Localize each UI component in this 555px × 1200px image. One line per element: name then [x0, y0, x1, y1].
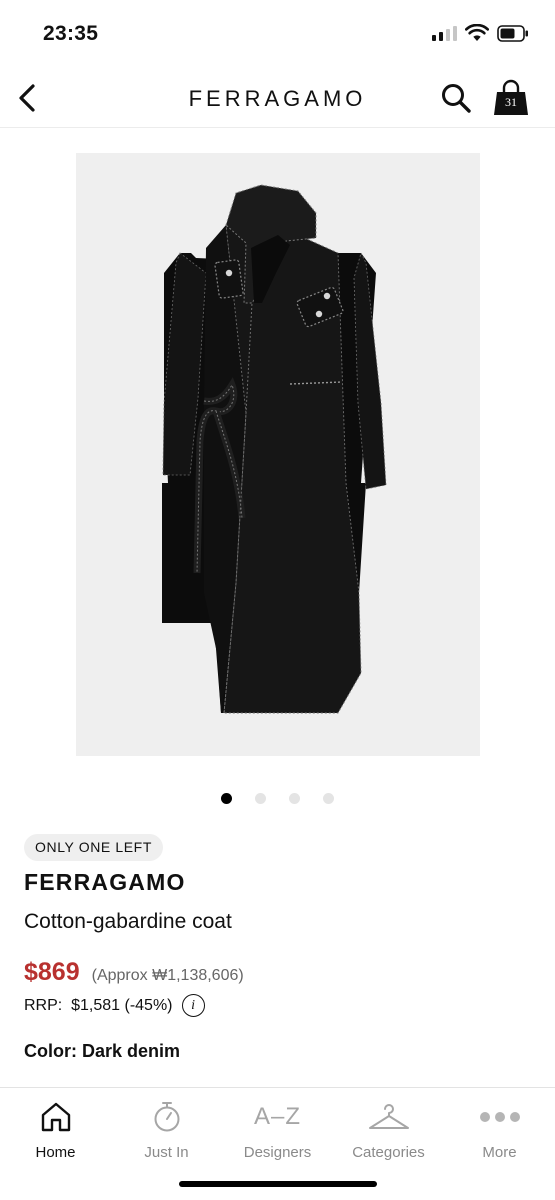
tab-more[interactable]: More — [444, 1088, 555, 1200]
product-image[interactable] — [76, 153, 480, 756]
hanger-icon — [368, 1104, 409, 1129]
status-time: 23:35 — [43, 22, 99, 45]
cellular-signal-icon — [432, 25, 457, 41]
brand-name[interactable]: FERRAGAMO — [24, 869, 186, 896]
price-row: $869 (Approx ₩1,138,606) — [24, 958, 244, 987]
battery-icon — [497, 24, 528, 42]
approx-price: (Approx ₩1,138,606) — [91, 967, 244, 984]
rrp-text: RRP: $1,581 (-45%) — [24, 996, 173, 1014]
search-icon — [442, 84, 471, 113]
color-label: Color: Dark denim — [24, 1041, 181, 1061]
tab-home[interactable]: Home — [0, 1088, 111, 1200]
shopping-bag-button[interactable]: 31 — [491, 78, 531, 118]
bag-count-badge: 31 — [505, 95, 517, 109]
coat-image — [162, 184, 387, 714]
tab-label: More — [482, 1144, 517, 1161]
a-z-icon: A–Z — [253, 1103, 301, 1130]
pager-dot[interactable] — [323, 793, 334, 804]
home-icon — [41, 1102, 70, 1132]
image-pager[interactable] — [0, 793, 555, 804]
pager-dot[interactable] — [289, 793, 300, 804]
tab-label: Designers — [243, 1144, 312, 1161]
home-indicator — [179, 1181, 377, 1187]
pager-dot[interactable] — [221, 793, 232, 804]
product-name: Cotton-gabardine coat — [24, 910, 232, 933]
info-icon[interactable]: i — [181, 994, 205, 1017]
status-bar: 23:35 — [0, 0, 555, 70]
status-icons — [432, 24, 529, 42]
app-header: FERRAGAMO 31 — [0, 70, 555, 128]
tab-label: Home — [35, 1144, 76, 1161]
stock-badge: ONLY ONE LEFT — [24, 834, 163, 861]
tab-label: Just In — [144, 1144, 189, 1161]
wifi-icon — [465, 24, 489, 41]
rrp-row: RRP: $1,581 (-45%) i — [24, 994, 205, 1017]
pager-dot[interactable] — [255, 793, 266, 804]
stopwatch-icon — [154, 1102, 179, 1132]
search-button[interactable] — [440, 82, 472, 114]
more-dots-icon — [479, 1112, 520, 1122]
tab-label: Categories — [352, 1144, 425, 1161]
sale-price: $869 — [24, 958, 80, 986]
